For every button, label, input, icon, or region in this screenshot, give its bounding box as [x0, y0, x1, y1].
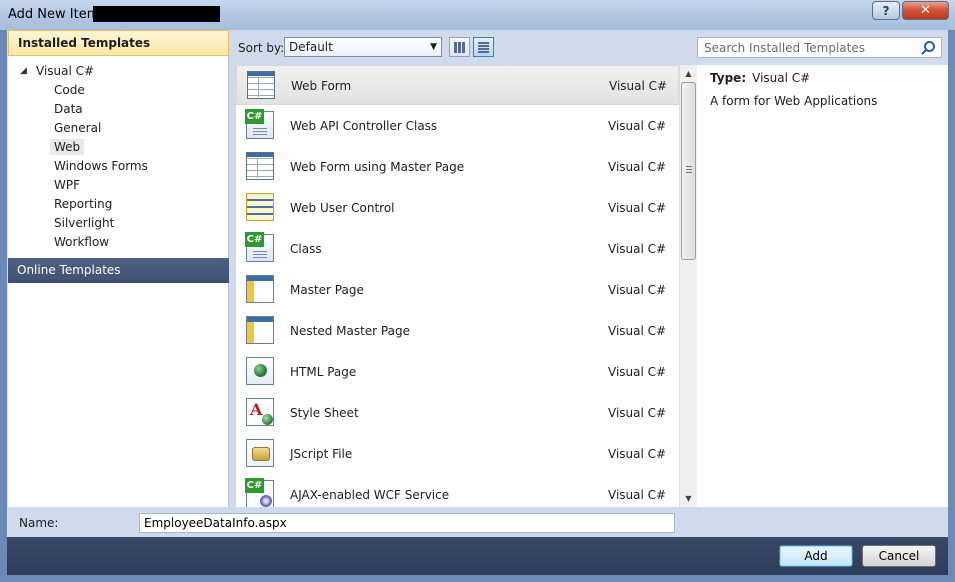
- tree-item-code[interactable]: Code: [50, 82, 89, 98]
- jscript-file-icon: [246, 439, 274, 467]
- template-row-class[interactable]: Class Visual C#: [236, 229, 679, 269]
- detail-type: Type: Visual C#: [710, 71, 810, 85]
- wcf-service-icon: [245, 478, 274, 507]
- detail-type-value: Visual C#: [752, 71, 811, 85]
- tree-item-reporting[interactable]: Reporting: [50, 196, 116, 212]
- sort-dropdown-value: Default: [289, 40, 333, 54]
- template-name: Web Form using Master Page: [290, 160, 465, 174]
- installed-templates-header[interactable]: Installed Templates: [8, 30, 229, 56]
- tree-item-general[interactable]: General: [50, 120, 105, 136]
- template-row-web-form-master[interactable]: Web Form using Master Page Visual C#: [236, 147, 679, 187]
- template-detail-panel: Type: Visual C# A form for Web Applicatio…: [697, 65, 948, 507]
- scroll-up-icon[interactable]: ▲: [680, 65, 697, 81]
- template-row-jscript-file[interactable]: JScript File Visual C#: [236, 434, 679, 474]
- template-list-scrollbar[interactable]: ▲ ▼: [679, 65, 697, 507]
- template-language: Visual C#: [608, 160, 667, 174]
- web-form-icon: [246, 152, 274, 180]
- tree-item-data[interactable]: Data: [50, 101, 87, 117]
- template-language: Visual C#: [608, 406, 667, 420]
- template-row-web-user-control[interactable]: Web User Control Visual C#: [236, 188, 679, 228]
- template-language: Visual C#: [608, 488, 667, 502]
- dropdown-arrow-icon: ▼: [430, 42, 437, 52]
- template-name: Web API Controller Class: [290, 119, 438, 133]
- template-row-master-page[interactable]: Master Page Visual C#: [236, 270, 679, 310]
- name-label: Name:: [19, 516, 59, 530]
- template-name: JScript File: [290, 447, 353, 461]
- close-button[interactable]: ✕: [902, 1, 949, 20]
- help-button[interactable]: ?: [872, 1, 900, 20]
- scrollbar-thumb[interactable]: [681, 82, 696, 260]
- tree-item-web[interactable]: Web: [50, 139, 85, 155]
- tree-item-workflow[interactable]: Workflow: [50, 234, 113, 250]
- template-row-ajax-wcf-service[interactable]: AJAX-enabled WCF Service Visual C#: [236, 475, 679, 507]
- sort-dropdown[interactable]: Default ▼: [284, 37, 442, 57]
- html-page-icon: [246, 357, 274, 385]
- search-placeholder: Search Installed Templates: [704, 41, 865, 55]
- redacted-title-block: [93, 6, 220, 22]
- template-name: AJAX-enabled WCF Service: [290, 488, 450, 502]
- grid-view-icon: [454, 41, 465, 53]
- template-list: Web Form Visual C# Web API Controller Cl…: [236, 65, 679, 507]
- csharp-class-icon: [245, 109, 274, 139]
- name-input[interactable]: [139, 513, 675, 533]
- scroll-down-icon[interactable]: ▼: [680, 490, 697, 506]
- csharp-class-icon: [245, 232, 274, 262]
- expand-arrow-icon[interactable]: ◢: [20, 66, 36, 76]
- tree-item-wpf[interactable]: WPF: [50, 177, 84, 193]
- template-language: Visual C#: [608, 283, 667, 297]
- tree-root-label: Visual C#: [36, 64, 95, 78]
- template-category-panel: Installed Templates ◢ Visual C# Code Dat…: [8, 30, 229, 507]
- template-language: Visual C#: [609, 79, 668, 93]
- tree-item-windows-forms[interactable]: Windows Forms: [50, 158, 152, 174]
- master-page-icon: [246, 316, 274, 344]
- template-language: Visual C#: [608, 365, 667, 379]
- name-row: Name:: [7, 507, 948, 537]
- title-bar: Add New Item - ? ✕: [0, 0, 955, 30]
- user-control-icon: [246, 193, 274, 221]
- template-name: Class: [290, 242, 322, 256]
- search-input[interactable]: Search Installed Templates: [697, 37, 942, 58]
- add-button[interactable]: Add: [779, 545, 853, 567]
- template-row-web-api-controller[interactable]: Web API Controller Class Visual C#: [236, 106, 679, 146]
- online-templates-header[interactable]: Online Templates: [8, 258, 229, 283]
- dialog-button-bar: Add Cancel: [7, 537, 948, 575]
- style-sheet-icon: [246, 398, 274, 426]
- template-language: Visual C#: [608, 242, 667, 256]
- tree-root-visual-csharp[interactable]: ◢ Visual C#: [20, 64, 94, 78]
- master-page-icon: [246, 275, 274, 303]
- template-name: Style Sheet: [290, 406, 359, 420]
- template-name: Web Form: [291, 79, 352, 93]
- details-view-button[interactable]: [473, 37, 494, 57]
- template-row-style-sheet[interactable]: Style Sheet Visual C#: [236, 393, 679, 433]
- detail-type-label: Type:: [710, 71, 747, 85]
- search-icon[interactable]: [924, 41, 935, 52]
- template-name: HTML Page: [290, 365, 357, 379]
- list-view-icon: [478, 41, 489, 53]
- template-language: Visual C#: [608, 447, 667, 461]
- template-row-nested-master-page[interactable]: Nested Master Page Visual C#: [236, 311, 679, 351]
- template-name: Nested Master Page: [290, 324, 410, 338]
- template-language: Visual C#: [608, 324, 667, 338]
- template-row-html-page[interactable]: HTML Page Visual C#: [236, 352, 679, 392]
- tree-item-silverlight[interactable]: Silverlight: [50, 215, 118, 231]
- sort-toolbar: Sort by: Default ▼: [229, 30, 697, 62]
- template-row-web-form[interactable]: Web Form Visual C#: [236, 65, 679, 105]
- template-language: Visual C#: [608, 119, 667, 133]
- template-name: Web User Control: [290, 201, 395, 215]
- web-form-icon: [247, 71, 275, 99]
- cancel-button[interactable]: Cancel: [862, 545, 936, 567]
- detail-description: A form for Web Applications: [710, 94, 878, 108]
- medium-icons-view-button[interactable]: [449, 37, 470, 57]
- template-name: Master Page: [290, 283, 364, 297]
- template-language: Visual C#: [608, 201, 667, 215]
- sort-label: Sort by:: [238, 41, 285, 55]
